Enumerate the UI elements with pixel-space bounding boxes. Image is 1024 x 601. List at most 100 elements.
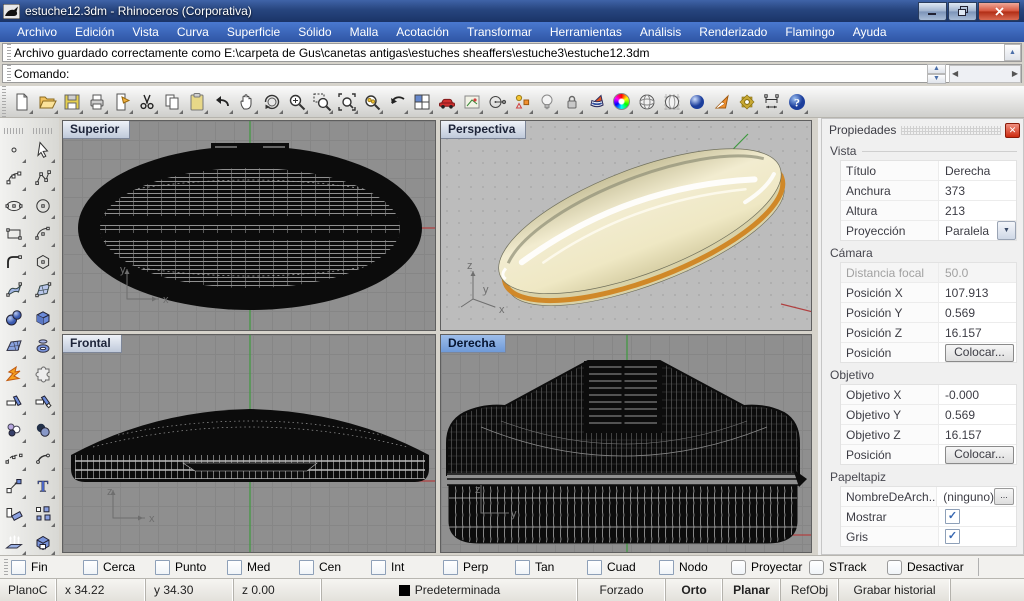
control-curve-icon[interactable] (0, 164, 27, 192)
undo-view-icon[interactable] (385, 89, 409, 115)
arc-icon[interactable] (29, 220, 56, 248)
toggle-orto[interactable]: Orto (666, 579, 723, 601)
rebuild-curve-icon[interactable] (0, 444, 27, 472)
osnap-checkbox[interactable] (227, 560, 242, 575)
prop-value-objetivo-x[interactable]: -0.000 (939, 385, 1016, 404)
render-mesh-icon[interactable] (585, 89, 609, 115)
menu-malla[interactable]: Malla (341, 23, 388, 41)
copy-icon[interactable] (160, 89, 184, 115)
select-icon[interactable] (29, 136, 56, 164)
osnap-checkbox[interactable] (299, 560, 314, 575)
menu-ayuda[interactable]: Ayuda (844, 23, 896, 41)
prop-value-objetivo-y[interactable]: 0.569 (939, 405, 1016, 424)
spin-down-icon[interactable]: ▼ (927, 74, 946, 84)
toolbar-grip[interactable] (2, 86, 6, 117)
patch-surface-icon[interactable] (0, 276, 27, 304)
options-gear-icon[interactable] (735, 89, 759, 115)
viewport-superior[interactable]: Superior (62, 120, 436, 331)
osnap-med[interactable]: Med (227, 560, 299, 575)
rotate-view-icon[interactable] (260, 89, 284, 115)
osnap-checkbox[interactable] (587, 560, 602, 575)
text-icon[interactable]: T (29, 472, 56, 500)
osnap-proyectar[interactable]: Proyectar (731, 560, 809, 575)
trim-icon[interactable] (0, 388, 27, 416)
menu-edicion[interactable]: Edición (66, 23, 123, 41)
prop-value-altura[interactable]: 213 (939, 201, 1016, 220)
prop-value-titulo[interactable]: Derecha (939, 161, 1016, 180)
drag-grip[interactable] (7, 44, 11, 61)
help-icon[interactable]: ? (785, 89, 809, 115)
osnap-perp[interactable]: Perp (443, 560, 515, 575)
panel-drag-handle[interactable] (901, 126, 1001, 135)
lock-icon[interactable] (560, 89, 584, 115)
scroll-left-icon[interactable]: ◀ (952, 69, 958, 78)
viewport-tab-superior[interactable]: Superior (63, 121, 130, 139)
shaded-display-icon[interactable] (635, 89, 659, 115)
move-icon[interactable] (0, 472, 27, 500)
sphere-icon[interactable] (0, 304, 27, 332)
osnap-checkbox[interactable] (809, 560, 824, 575)
prop-value-proyeccion[interactable]: Paralela ▼ (939, 221, 1016, 240)
proyeccion-dropdown-icon[interactable]: ▼ (997, 221, 1016, 240)
prop-value-objetivo-z[interactable]: 16.157 (939, 425, 1016, 444)
cut-icon[interactable] (135, 89, 159, 115)
spin-up-icon[interactable]: ▲ (927, 64, 946, 74)
toggle-planar[interactable]: Planar (723, 579, 781, 601)
color-wheel-icon[interactable] (610, 89, 634, 115)
layer-cell[interactable]: Predeterminada (322, 579, 578, 601)
split-icon[interactable] (29, 388, 56, 416)
restore-button[interactable] (948, 2, 977, 21)
menu-archivo[interactable]: Archivo (8, 23, 66, 41)
open-file-icon[interactable] (35, 89, 59, 115)
osnap-fin[interactable]: Fin (11, 560, 83, 575)
viewport-tab-perspectiva[interactable]: Perspectiva (441, 121, 526, 139)
colocar-camera-button[interactable]: Colocar... (945, 344, 1014, 362)
selection-filter-icon[interactable] (510, 89, 534, 115)
join-puzzle-icon[interactable] (29, 360, 56, 388)
menu-analisis[interactable]: Análisis (631, 23, 690, 41)
zoom-extents-icon[interactable] (335, 89, 359, 115)
print-icon[interactable] (85, 89, 109, 115)
render-icon[interactable] (710, 89, 734, 115)
menu-transformar[interactable]: Transformar (458, 23, 541, 41)
command-hscrollbar[interactable]: ◀ ▶ (949, 65, 1021, 83)
ghosted-display-icon[interactable] (660, 89, 684, 115)
drag-grip[interactable] (7, 65, 11, 82)
osnap-checkbox[interactable] (155, 560, 170, 575)
viewport-perspectiva[interactable]: Perspectiva (440, 120, 812, 331)
menu-curva[interactable]: Curva (168, 23, 218, 41)
lamp-icon[interactable] (535, 89, 559, 115)
viewport-derecha[interactable]: Derecha (440, 334, 812, 553)
toggle-grabar-historial[interactable]: Grabar historial (839, 579, 951, 601)
cplane-map-icon[interactable] (460, 89, 484, 115)
polyline-icon[interactable] (29, 164, 56, 192)
osnap-checkbox[interactable] (659, 560, 674, 575)
panel-close-icon[interactable]: ✕ (1005, 123, 1020, 138)
osnap-tan[interactable]: Tan (515, 560, 587, 575)
osnap-cen[interactable]: Cen (299, 560, 371, 575)
osnap-checkbox[interactable] (11, 560, 26, 575)
polygon-icon[interactable] (29, 248, 56, 276)
osnap-cuad[interactable]: Cuad (587, 560, 659, 575)
toolbar-grip[interactable] (4, 128, 25, 134)
extrude-icon[interactable] (0, 528, 27, 556)
ellipse-icon[interactable] (0, 192, 27, 220)
circle-icon[interactable] (29, 192, 56, 220)
group-circles-icon[interactable] (0, 416, 27, 444)
osnap-strack[interactable]: STrack (809, 560, 887, 575)
point-icon[interactable] (0, 136, 27, 164)
paste-icon[interactable] (185, 89, 209, 115)
circle-axis-icon[interactable] (485, 89, 509, 115)
new-file-icon[interactable] (10, 89, 34, 115)
menu-flamingo[interactable]: Flamingo (776, 23, 843, 41)
gris-checkbox[interactable]: ✓ (945, 529, 960, 544)
box-icon[interactable] (29, 304, 56, 332)
menu-renderizado[interactable]: Renderizado (690, 23, 776, 41)
osnap-grip[interactable] (4, 559, 8, 575)
minimize-button[interactable] (918, 2, 947, 21)
scroll-right-icon[interactable]: ▶ (1012, 69, 1018, 78)
close-button[interactable] (978, 2, 1020, 21)
osnap-cerca[interactable]: Cerca (83, 560, 155, 575)
boolean-circles-icon[interactable] (29, 416, 56, 444)
zoom-window-icon[interactable] (310, 89, 334, 115)
